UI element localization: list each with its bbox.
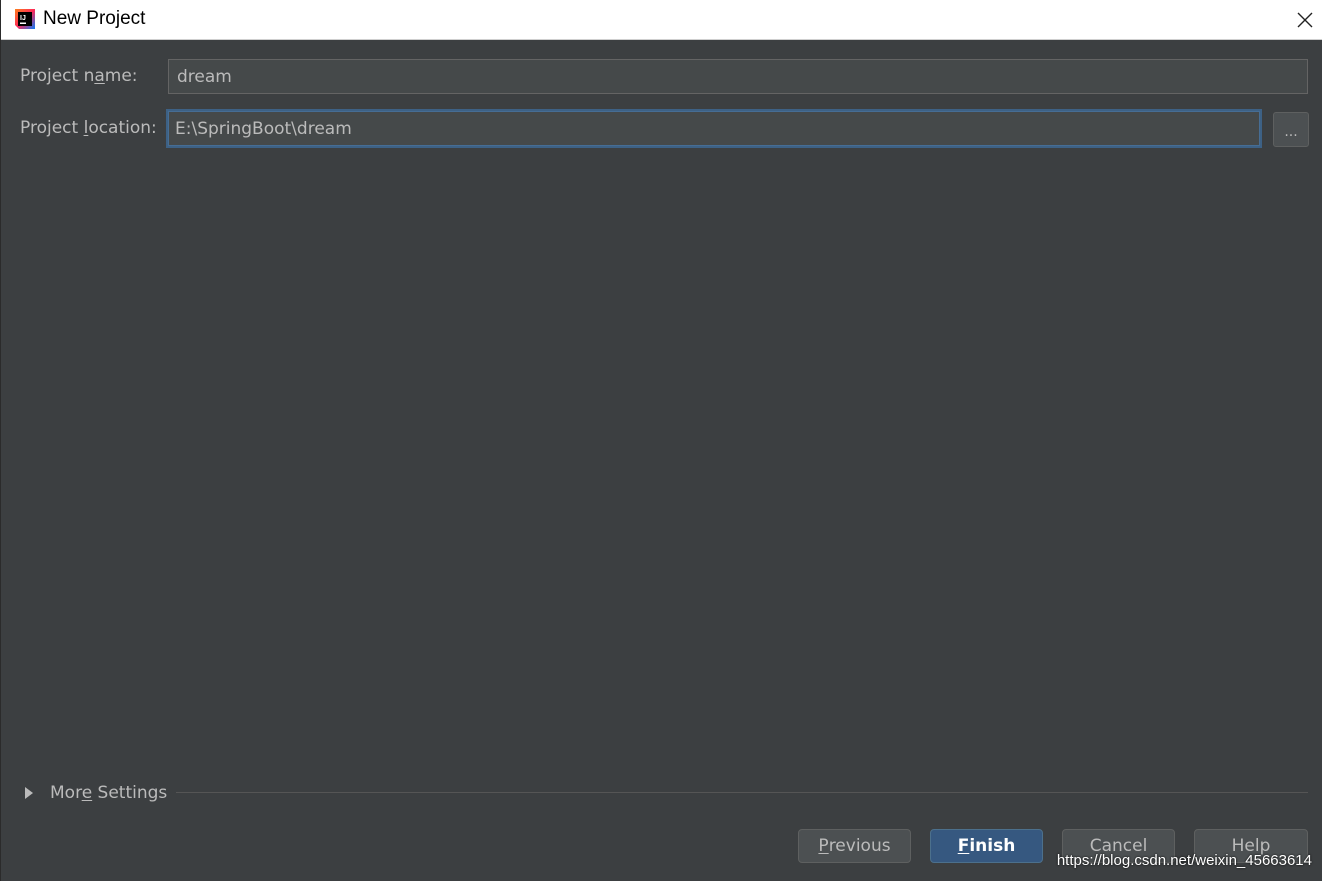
close-icon bbox=[1297, 12, 1313, 28]
project-location-input[interactable] bbox=[166, 109, 1262, 148]
project-name-input[interactable] bbox=[168, 59, 1308, 94]
more-settings-label-mnemonic: e bbox=[81, 783, 93, 803]
project-name-label-start: Project n bbox=[20, 66, 95, 86]
close-button[interactable] bbox=[1289, 4, 1321, 36]
title-bar: IJ New Project bbox=[1, 0, 1322, 40]
finish-button-label: inish bbox=[969, 836, 1016, 856]
browse-location-button[interactable]: ... bbox=[1273, 112, 1309, 147]
more-settings-label: More Settings bbox=[50, 783, 167, 803]
new-project-dialog: IJ New Project Project name: Project loc… bbox=[0, 0, 1322, 881]
more-settings-label-start: Mor bbox=[50, 783, 82, 803]
previous-button-mnemonic: P bbox=[818, 836, 829, 856]
previous-button-label: revious bbox=[828, 836, 891, 856]
more-settings-divider bbox=[176, 792, 1308, 793]
watermark-text: https://blog.csdn.net/weixin_45663614 bbox=[1056, 852, 1312, 869]
svg-text:IJ: IJ bbox=[20, 15, 26, 22]
more-settings-label-end: Settings bbox=[92, 783, 168, 803]
finish-button-mnemonic: F bbox=[957, 836, 970, 856]
project-name-label: Project name: bbox=[20, 66, 138, 86]
window-title: New Project bbox=[43, 8, 146, 29]
project-location-label-start: Project bbox=[20, 118, 84, 138]
intellij-idea-icon: IJ bbox=[13, 7, 37, 31]
finish-button[interactable]: Finish bbox=[930, 829, 1043, 863]
project-location-label-end: ocation: bbox=[88, 118, 157, 138]
project-name-label-mnemonic: a bbox=[94, 66, 105, 86]
project-name-label-end: me: bbox=[104, 66, 138, 86]
more-settings-toggle[interactable]: More Settings bbox=[25, 780, 167, 806]
previous-button[interactable]: Previous bbox=[798, 829, 911, 863]
expand-arrow-icon bbox=[25, 787, 33, 799]
project-location-label: Project location: bbox=[20, 118, 157, 138]
